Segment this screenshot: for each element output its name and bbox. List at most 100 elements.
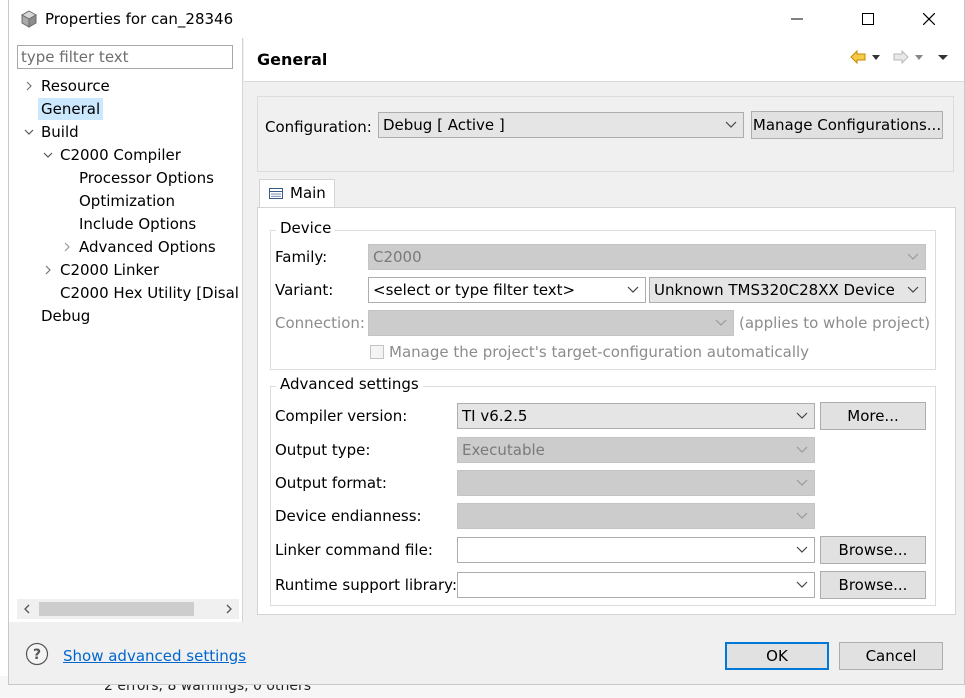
tree-item-optimization[interactable]: Optimization xyxy=(79,190,175,212)
view-menu-button[interactable] xyxy=(937,48,949,66)
back-dropdown-icon[interactable] xyxy=(870,52,882,62)
help-icon[interactable]: ? xyxy=(25,642,49,666)
svg-text:?: ? xyxy=(33,647,41,663)
chevron-down-icon xyxy=(907,286,919,293)
ok-button[interactable]: OK xyxy=(725,642,829,670)
output-type-select: Executable xyxy=(457,437,815,463)
compiler-version-select[interactable]: TI v6.2.5 xyxy=(457,403,815,429)
app-cube-icon xyxy=(20,10,38,28)
output-type-label: Output type: xyxy=(275,441,371,459)
output-type-value: Executable xyxy=(462,441,545,459)
chevron-down-icon xyxy=(796,512,808,519)
tab-main[interactable]: Main xyxy=(259,179,335,208)
advanced-settings-title: Advanced settings xyxy=(276,375,423,393)
maximize-icon xyxy=(862,13,874,25)
manage-configurations-button[interactable]: Manage Configurations... xyxy=(751,111,943,139)
view-menu-icon xyxy=(938,55,948,60)
tree-item-include-options[interactable]: Include Options xyxy=(79,213,196,235)
manage-target-config-checkbox[interactable] xyxy=(370,345,384,359)
device-endianness-select xyxy=(457,503,815,529)
tree-item-c2000-compiler[interactable]: C2000 Compiler xyxy=(60,144,181,166)
properties-dialog: Properties for can_28346 Resource Genera… xyxy=(8,0,965,685)
window-title: Properties for can_28346 xyxy=(45,10,234,28)
connection-label: Connection: xyxy=(275,314,365,332)
show-advanced-settings-link[interactable]: Show advanced settings xyxy=(63,647,246,665)
tree-filter-input[interactable] xyxy=(17,45,233,69)
variant-device-value: Unknown TMS320C28XX Device xyxy=(654,281,895,299)
tab-main-label: Main xyxy=(290,184,326,202)
title-bar[interactable]: Properties for can_28346 xyxy=(9,0,964,38)
tree-item-general[interactable]: General xyxy=(38,98,104,120)
expand-linker-icon[interactable] xyxy=(42,259,54,281)
variant-device-select[interactable]: Unknown TMS320C28XX Device xyxy=(649,277,926,303)
output-format-label: Output format: xyxy=(275,474,387,492)
device-group-title: Device xyxy=(276,219,336,237)
collapse-build-icon[interactable] xyxy=(23,121,35,143)
chevron-down-icon xyxy=(907,253,919,260)
runtime-browse-button[interactable]: Browse... xyxy=(820,571,926,599)
expand-advanced-options-icon[interactable] xyxy=(61,236,73,258)
family-select: C2000 xyxy=(368,244,926,270)
back-arrow-icon xyxy=(850,50,866,64)
chevron-down-icon xyxy=(715,319,727,326)
family-label: Family: xyxy=(275,248,328,266)
output-format-select xyxy=(457,470,815,496)
forward-button[interactable] xyxy=(893,48,925,66)
scroll-right-arrow-icon[interactable] xyxy=(219,599,239,619)
main-tab-panel: Device Family: C2000 Variant: <select or… xyxy=(257,207,956,615)
maximize-button[interactable] xyxy=(844,0,892,38)
close-button[interactable] xyxy=(905,0,953,38)
linker-browse-button[interactable]: Browse... xyxy=(820,536,926,564)
linker-command-file-combo[interactable] xyxy=(457,537,815,563)
family-value: C2000 xyxy=(373,248,422,266)
scroll-left-arrow-icon[interactable] xyxy=(17,599,37,619)
tree-item-resource[interactable]: Resource xyxy=(41,75,110,97)
page-title: General xyxy=(257,50,328,69)
runtime-support-library-label: Runtime support library: xyxy=(275,576,457,594)
scrollbar-thumb[interactable] xyxy=(39,602,194,616)
compiler-version-label: Compiler version: xyxy=(275,407,408,425)
tree-item-advanced-options[interactable]: Advanced Options xyxy=(79,236,216,258)
compiler-version-value: TI v6.2.5 xyxy=(462,407,528,425)
connection-select xyxy=(368,310,734,336)
configuration-select[interactable]: Debug [ Active ] xyxy=(378,112,744,138)
device-endianness-label: Device endianness: xyxy=(275,507,422,525)
chevron-down-icon xyxy=(627,286,639,293)
chevron-down-icon xyxy=(796,581,808,588)
property-page: General Configuration: Debug [ Active ] … xyxy=(244,38,964,622)
cancel-button[interactable]: Cancel xyxy=(839,642,943,670)
forward-dropdown-icon[interactable] xyxy=(913,52,925,62)
minimize-icon xyxy=(791,18,803,20)
more-button[interactable]: More... xyxy=(820,402,926,430)
chevron-down-icon xyxy=(796,546,808,553)
chevron-down-icon xyxy=(796,412,808,419)
configuration-value: Debug [ Active ] xyxy=(383,116,505,134)
configuration-group: Configuration: Debug [ Active ] Manage C… xyxy=(257,96,954,172)
manage-target-config-label: Manage the project's target-configuratio… xyxy=(389,343,810,361)
forward-arrow-icon xyxy=(893,50,909,64)
configuration-label: Configuration: xyxy=(265,118,372,136)
back-button[interactable] xyxy=(850,48,882,66)
tree-item-debug[interactable]: Debug xyxy=(41,305,90,327)
linker-command-file-label: Linker command file: xyxy=(275,541,433,559)
variant-filter-combo[interactable]: <select or type filter text> xyxy=(368,277,646,303)
chevron-down-icon xyxy=(725,121,737,128)
chevron-down-icon xyxy=(796,479,808,486)
dialog-footer: ? Show advanced settings OK Cancel xyxy=(9,622,964,684)
tree-item-build[interactable]: Build xyxy=(41,121,79,143)
page-header: General xyxy=(244,38,964,82)
close-icon xyxy=(923,13,935,25)
collapse-compiler-icon[interactable] xyxy=(42,144,54,166)
navigation-tree-pane: Resource General Build C2000 Compiler Pr… xyxy=(9,38,243,622)
connection-note: (applies to whole project) xyxy=(739,314,931,332)
expand-resource-icon[interactable] xyxy=(23,75,35,97)
tree-item-c2000-linker[interactable]: C2000 Linker xyxy=(60,259,159,281)
minimize-button[interactable] xyxy=(773,0,821,38)
tree-horizontal-scrollbar[interactable] xyxy=(17,599,239,619)
chevron-down-icon xyxy=(796,446,808,453)
table-icon xyxy=(269,188,283,199)
runtime-support-library-combo[interactable] xyxy=(457,572,815,598)
tree-item-processor-options[interactable]: Processor Options xyxy=(79,167,214,189)
variant-filter-value: <select or type filter text> xyxy=(373,281,576,299)
tree-item-c2000-hex-utility[interactable]: C2000 Hex Utility [Disal xyxy=(60,282,243,304)
